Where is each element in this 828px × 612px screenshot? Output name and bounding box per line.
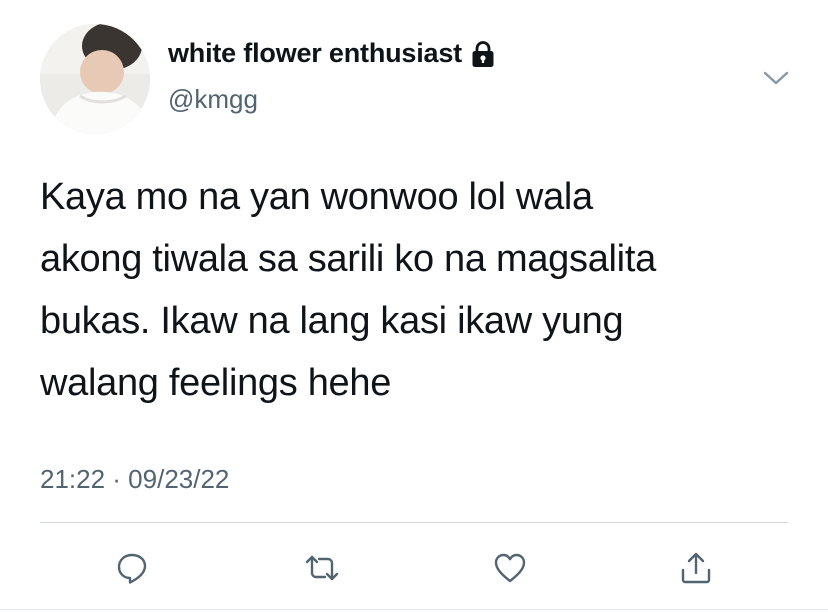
avatar-photo <box>40 24 150 134</box>
like-button[interactable] <box>488 546 532 590</box>
divider <box>0 609 828 610</box>
author-name-row: white flower enthusiast <box>168 38 496 69</box>
share-button[interactable] <box>674 546 718 590</box>
more-options-button[interactable] <box>760 66 792 90</box>
tweet-text-line: bukas. Ikaw na lang kasi ikaw yung <box>40 300 624 342</box>
action-bar <box>0 540 828 596</box>
reply-icon <box>117 553 147 584</box>
chevron-down-icon <box>763 71 789 85</box>
share-icon <box>681 552 711 584</box>
heart-icon <box>494 553 526 583</box>
tweet: white flower enthusiast @kmgg Kaya mo na… <box>0 0 828 612</box>
author-handle[interactable]: @kmgg <box>168 84 258 115</box>
tweet-timestamp[interactable]: 21:22 · 09/23/22 <box>40 464 229 495</box>
tweet-text: Kaya mo na yan wonwoo lol wala akong tiw… <box>40 166 790 414</box>
tweet-text-line: walang feelings hehe <box>40 362 392 404</box>
tweet-text-line: Kaya mo na yan wonwoo lol wala <box>40 176 593 218</box>
author-display-name[interactable]: white flower enthusiast <box>168 38 462 69</box>
retweet-icon <box>305 555 339 581</box>
reply-button[interactable] <box>110 546 154 590</box>
tweet-text-line: akong tiwala sa sarili ko na magsalita <box>40 238 656 280</box>
avatar[interactable] <box>40 24 150 134</box>
lock-icon <box>470 40 496 68</box>
divider <box>40 522 788 523</box>
retweet-button[interactable] <box>300 546 344 590</box>
